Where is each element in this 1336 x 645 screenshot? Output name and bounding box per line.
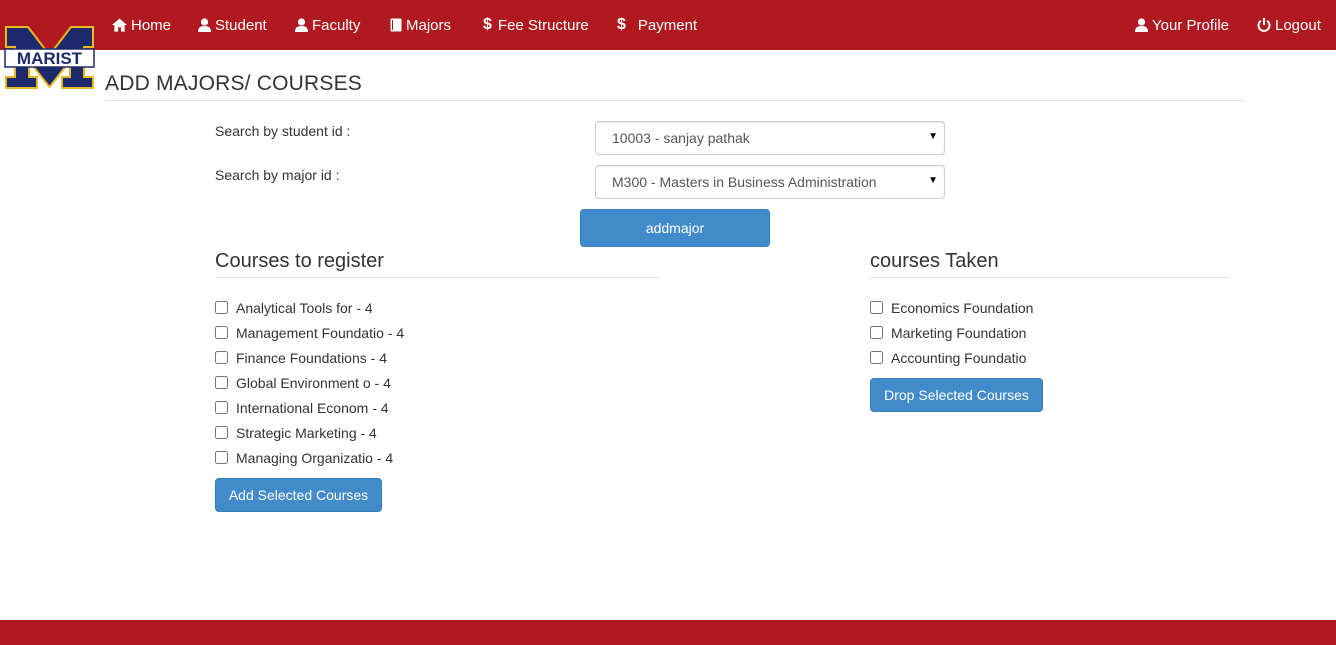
logo-text: MARIST — [17, 49, 83, 68]
list-item: Accounting Foundatio — [870, 345, 1033, 370]
list-item: Analytical Tools for - 4 — [215, 295, 404, 320]
courses-to-register-list: Analytical Tools for - 4 Management Foun… — [215, 295, 404, 470]
power-icon — [1257, 18, 1271, 32]
major-id-label: Search by major id : — [215, 167, 340, 183]
nav-logout[interactable]: Logout — [1257, 0, 1321, 50]
course-label: Economics Foundation — [891, 299, 1034, 316]
list-item: Strategic Marketing - 4 — [215, 420, 404, 445]
courses-to-register-title: Courses to register — [215, 250, 384, 272]
user-icon — [198, 18, 211, 32]
course-checkbox[interactable] — [215, 451, 228, 464]
nav-majors[interactable]: Majors — [390, 0, 451, 50]
course-label: Finance Foundations - 4 — [236, 349, 387, 366]
nav-fee-structure-label: Fee Structure — [497, 16, 589, 34]
nav-majors-label: Majors — [406, 16, 452, 34]
student-id-select-value: 10003 - sanjay pathak — [612, 130, 750, 146]
drop-selected-courses-button[interactable]: Drop Selected Courses — [870, 378, 1043, 412]
nav-faculty-label: Faculty — [312, 16, 361, 34]
course-label: Accounting Foundatio — [891, 349, 1027, 366]
add-major-button[interactable]: addmajor — [580, 209, 770, 247]
user-icon — [1135, 18, 1148, 32]
nav-your-profile-label: Your Profile — [1152, 16, 1229, 34]
course-checkbox[interactable] — [215, 426, 228, 439]
course-label: Analytical Tools for - 4 — [236, 299, 373, 316]
dropdown-arrow-icon: ▼ — [928, 175, 938, 186]
major-id-select-value: M300 - Masters in Business Administratio… — [612, 174, 877, 190]
course-label: Marketing Foundation — [891, 324, 1027, 341]
course-checkbox[interactable] — [870, 351, 883, 364]
title-divider — [105, 100, 1245, 101]
list-item: Management Foundatio - 4 — [215, 320, 404, 345]
list-item: Marketing Foundation — [870, 320, 1033, 345]
top-navbar: Home Student Faculty Majors $ Fee Struct… — [0, 0, 1336, 50]
course-checkbox[interactable] — [215, 376, 228, 389]
footer-bar — [0, 620, 1336, 645]
courses-taken-title: courses Taken — [870, 250, 999, 272]
nav-home-label: Home — [131, 16, 172, 34]
home-icon — [112, 18, 127, 32]
nav-student[interactable]: Student — [198, 0, 267, 50]
student-id-select[interactable]: 10003 - sanjay pathak ▼ — [595, 121, 945, 155]
dollar-icon: $ — [617, 16, 626, 33]
nav-payment-label: Payment — [637, 16, 698, 34]
major-id-select[interactable]: M300 - Masters in Business Administratio… — [595, 165, 945, 199]
course-checkbox[interactable] — [870, 301, 883, 314]
courses-to-register-divider — [215, 277, 660, 278]
course-label: International Econom - 4 — [236, 399, 389, 416]
marist-logo[interactable]: MARIST — [4, 25, 95, 90]
course-checkbox[interactable] — [215, 351, 228, 364]
list-item: Economics Foundation — [870, 295, 1033, 320]
nav-payment[interactable]: $ Payment — [617, 0, 697, 50]
add-selected-courses-button[interactable]: Add Selected Courses — [215, 478, 382, 512]
course-checkbox[interactable] — [215, 401, 228, 414]
list-item: International Econom - 4 — [215, 395, 404, 420]
course-checkbox[interactable] — [215, 301, 228, 314]
dropdown-arrow-icon: ▼ — [928, 131, 938, 142]
nav-home[interactable]: Home — [112, 0, 171, 50]
courses-taken-list: Economics Foundation Marketing Foundatio… — [870, 295, 1033, 370]
user-icon — [295, 18, 308, 32]
courses-taken-divider — [870, 277, 1230, 278]
course-label: Strategic Marketing - 4 — [236, 424, 377, 441]
page-title: ADD MAJORS/ COURSES — [105, 72, 362, 95]
nav-fee-structure[interactable]: $ Fee Structure — [483, 0, 589, 50]
nav-student-label: Student — [215, 16, 267, 34]
dollar-icon: $ — [483, 16, 492, 33]
book-icon — [390, 18, 402, 32]
nav-your-profile[interactable]: Your Profile — [1135, 0, 1229, 50]
list-item: Global Environment o - 4 — [215, 370, 404, 395]
nav-faculty[interactable]: Faculty — [295, 0, 360, 50]
course-checkbox[interactable] — [870, 326, 883, 339]
course-label: Managing Organizatio - 4 — [236, 449, 394, 466]
course-label: Global Environment o - 4 — [236, 374, 391, 391]
course-checkbox[interactable] — [215, 326, 228, 339]
nav-logout-label: Logout — [1275, 16, 1321, 34]
list-item: Finance Foundations - 4 — [215, 345, 404, 370]
course-label: Management Foundatio - 4 — [236, 324, 405, 341]
list-item: Managing Organizatio - 4 — [215, 445, 404, 470]
student-id-label: Search by student id : — [215, 123, 351, 139]
